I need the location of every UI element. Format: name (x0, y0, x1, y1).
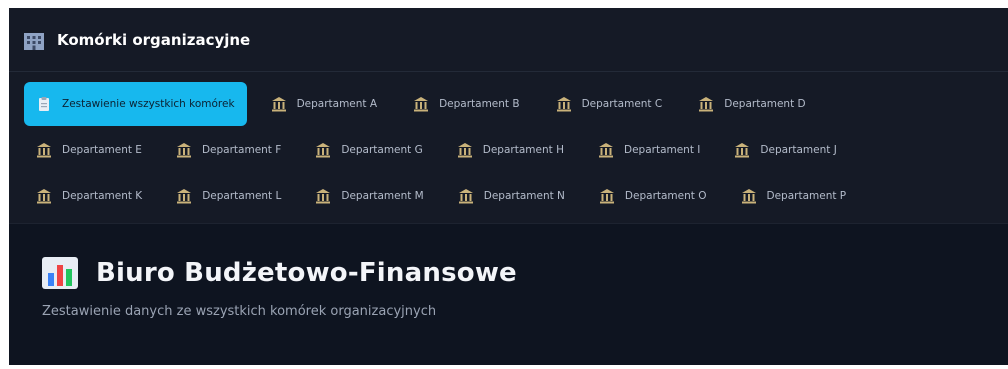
tab-departament-f[interactable]: Departament F (164, 128, 291, 172)
top-bar: Komórki organizacyjne (9, 8, 1008, 72)
tab-departament-a[interactable]: Departament A (259, 82, 388, 126)
bank-icon (316, 189, 331, 204)
tab-label: Departament E (62, 144, 142, 156)
bank-icon (735, 143, 750, 158)
bank-icon (37, 189, 51, 204)
tab-summary[interactable]: Zestawienie wszystkich komórek (24, 82, 247, 126)
bank-icon (599, 189, 614, 204)
tab-departament-i[interactable]: Departament I (586, 128, 710, 172)
tab-label: Departament C (581, 98, 663, 110)
tab-departament-o[interactable]: Departament O (587, 174, 717, 218)
tab-label: Departament O (624, 190, 707, 202)
page-title: Biuro Budżetowo-Finansowe (96, 258, 517, 288)
clipboard-icon (39, 97, 49, 111)
tab-departament-h[interactable]: Departament H (445, 128, 574, 172)
tab-departament-d[interactable]: Departament D (686, 82, 815, 126)
bank-icon (598, 143, 613, 158)
bank-icon (316, 143, 331, 158)
tab-departament-m[interactable]: Departament M (303, 174, 433, 218)
bank-icon (556, 97, 571, 112)
bank-icon (458, 189, 473, 204)
tab-label: Departament M (341, 190, 424, 202)
tab-row: Departament E Departament F Departament … (24, 127, 1008, 173)
tab-label: Departament N (483, 190, 565, 202)
building-icon (24, 32, 44, 50)
tab-label: Departament F (201, 144, 282, 156)
tab-label: Departament L (202, 190, 282, 202)
tab-departament-p[interactable]: Departament P (729, 174, 857, 218)
page-subtitle: Zestawienie danych ze wszystkich komórek… (42, 304, 437, 319)
tabs-bar: Zestawienie wszystkich komórek Departame… (9, 72, 1008, 224)
tab-label: Departament A (296, 98, 378, 110)
bank-icon (37, 143, 51, 158)
tab-departament-l[interactable]: Departament L (164, 174, 291, 218)
tab-departament-b[interactable]: Departament B (401, 82, 530, 126)
bank-icon (699, 97, 714, 112)
bank-icon (414, 97, 429, 112)
tab-label: Departament J (760, 144, 837, 156)
bank-icon (741, 189, 756, 204)
tab-label: Departament I (623, 144, 701, 156)
tab-label: Departament B (439, 98, 520, 110)
bank-icon (177, 189, 192, 204)
tab-label: Departament D (724, 98, 806, 110)
bank-icon (457, 143, 472, 158)
bank-icon (176, 143, 191, 158)
tab-row: Departament K Departament L Departament … (24, 173, 1008, 219)
tab-departament-j[interactable]: Departament J (722, 128, 846, 172)
tab-label: Departament P (766, 190, 847, 202)
bar-chart-icon (42, 257, 78, 289)
bank-icon (271, 97, 286, 112)
tab-departament-g[interactable]: Departament G (303, 128, 432, 172)
tab-row: Zestawienie wszystkich komórek Departame… (24, 81, 1008, 127)
tab-label: Departament K (62, 190, 143, 202)
page-header: Biuro Budżetowo-Finansowe Zestawienie da… (9, 224, 1008, 319)
tab-label: Zestawienie wszystkich komórek (62, 98, 235, 110)
tab-departament-n[interactable]: Departament N (446, 174, 575, 218)
app-window: Komórki organizacyjne Zestawienie wszyst… (9, 8, 1008, 365)
app-title: Komórki organizacyjne (57, 30, 251, 49)
tab-label: Departament H (482, 144, 564, 156)
tab-departament-c[interactable]: Departament C (544, 82, 673, 126)
tab-label: Departament G (341, 144, 423, 156)
page-title-line: Biuro Budżetowo-Finansowe (42, 257, 1008, 289)
tab-departament-e[interactable]: Departament E (24, 128, 152, 172)
tab-departament-k[interactable]: Departament K (24, 174, 152, 218)
